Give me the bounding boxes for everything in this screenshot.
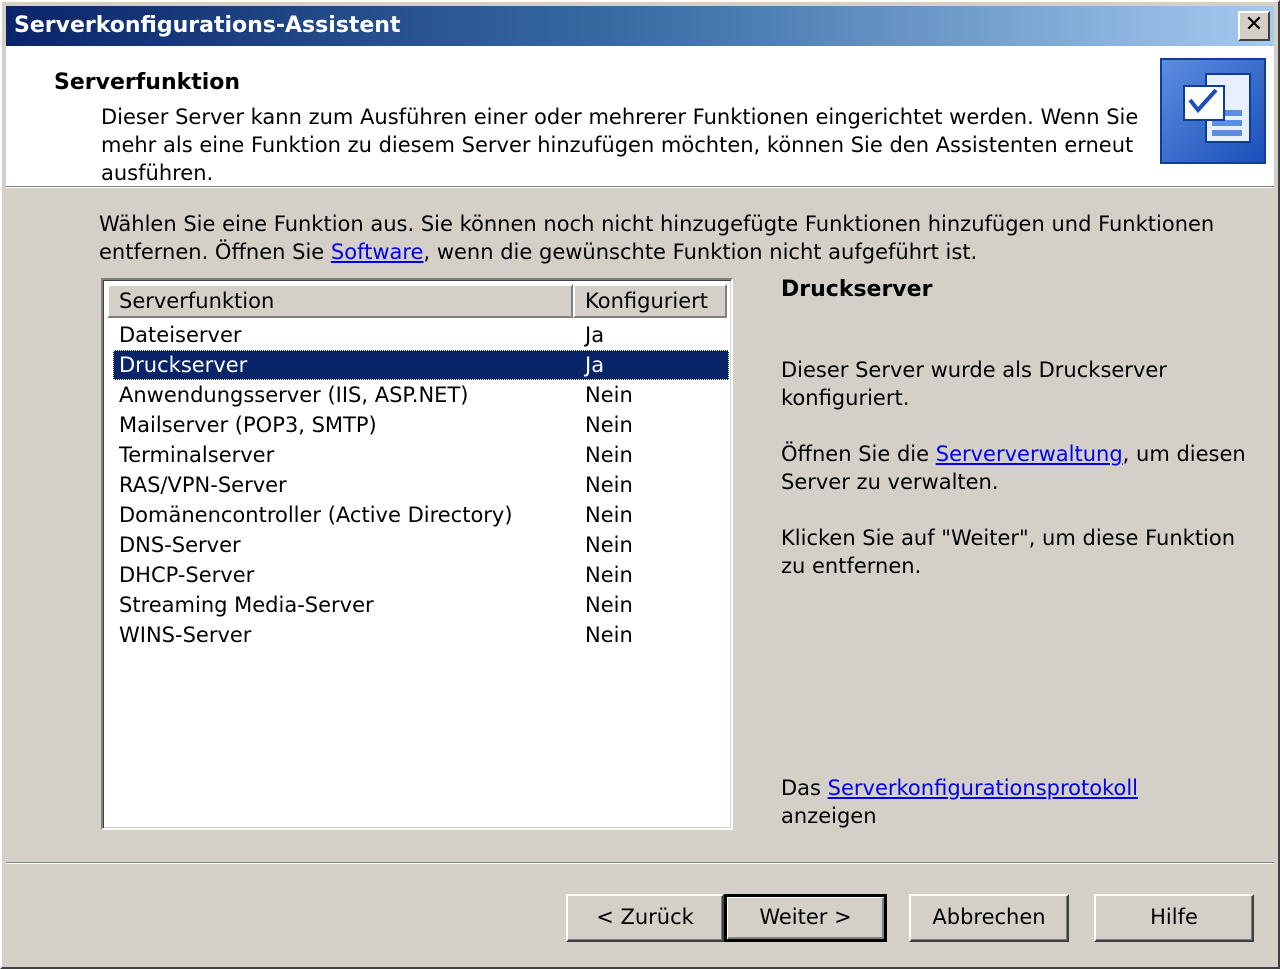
role-configured: Nein xyxy=(585,413,633,437)
title-bar: Serverkonfigurations-Assistent ✕ xyxy=(6,6,1274,46)
list-item[interactable]: DNS-Server Nein xyxy=(113,530,729,560)
role-configured: Nein xyxy=(585,623,633,647)
list-item[interactable]: Dateiserver Ja xyxy=(113,320,729,350)
role-configured: Nein xyxy=(585,533,633,557)
role-name: Anwendungsserver (IIS, ASP.NET) xyxy=(119,383,469,407)
server-role-list[interactable]: Serverfunktion Konfiguriert Dateiserver J… xyxy=(101,278,733,830)
list-item[interactable]: Druckserver Ja xyxy=(113,350,729,380)
role-name: RAS/VPN-Server xyxy=(119,473,287,497)
log-text-part: anzeigen xyxy=(781,804,877,828)
intro-text: Wählen Sie eine Funktion aus. Sie können… xyxy=(99,210,1249,266)
list-item[interactable]: DHCP-Server Nein xyxy=(113,560,729,590)
role-configured: Nein xyxy=(585,443,633,467)
wizard-header: Serverfunktion Dieser Server kann zum Au… xyxy=(6,46,1274,187)
software-link[interactable]: Software xyxy=(331,240,424,264)
details-text-part: Öffnen Sie die xyxy=(781,442,936,466)
role-name: Terminalserver xyxy=(119,443,275,467)
list-item[interactable]: Domänencontroller (Active Directory) Nein xyxy=(113,500,729,530)
server-management-link[interactable]: Serververwaltung xyxy=(936,442,1123,466)
role-configured: Ja xyxy=(585,323,605,347)
column-header-configured[interactable]: Konfiguriert xyxy=(573,284,727,318)
details-panel: Dieser Server wurde als Druckserver konf… xyxy=(781,356,1251,608)
back-button[interactable]: < Zurück xyxy=(566,894,724,942)
role-configured: Nein xyxy=(585,593,633,617)
list-item[interactable]: Streaming Media-Server Nein xyxy=(113,590,729,620)
details-line-2: Öffnen Sie die Serververwaltung, um dies… xyxy=(781,440,1251,496)
role-name: Streaming Media-Server xyxy=(119,593,374,617)
role-name: Mailserver (POP3, SMTP) xyxy=(119,413,377,437)
list-header: Serverfunktion Konfiguriert xyxy=(107,284,727,318)
close-button[interactable]: ✕ xyxy=(1238,11,1270,41)
role-configured: Nein xyxy=(585,383,633,407)
log-text: Das Serverkonfigurationsprotokoll anzeig… xyxy=(781,774,1251,830)
role-configured: Ja xyxy=(585,353,605,377)
list-item[interactable]: WINS-Server Nein xyxy=(113,620,729,650)
role-configured: Nein xyxy=(585,503,633,527)
footer-separator xyxy=(6,862,1274,864)
role-name: Druckserver xyxy=(119,353,248,377)
role-name: Dateiserver xyxy=(119,323,242,347)
help-button[interactable]: Hilfe xyxy=(1094,894,1254,942)
details-title: Druckserver xyxy=(781,277,933,302)
list-item[interactable]: RAS/VPN-Server Nein xyxy=(113,470,729,500)
role-name: DHCP-Server xyxy=(119,563,255,587)
column-header-role[interactable]: Serverfunktion xyxy=(107,284,573,318)
next-button[interactable]: Weiter > xyxy=(724,894,887,942)
details-line-3: Klicken Sie auf "Weiter", um diese Funkt… xyxy=(781,526,1236,578)
list-item[interactable]: Anwendungsserver (IIS, ASP.NET) Nein xyxy=(113,380,729,410)
header-separator xyxy=(6,186,1274,188)
page-title: Serverfunktion xyxy=(54,70,241,95)
wizard-window: Serverkonfigurations-Assistent ✕ Serverf… xyxy=(0,0,1280,969)
server-wizard-icon xyxy=(1160,58,1266,164)
role-name: DNS-Server xyxy=(119,533,241,557)
close-icon: ✕ xyxy=(1244,12,1264,37)
intro-text-part: , wenn die gewünschte Funktion nicht auf… xyxy=(423,240,978,264)
list-item[interactable]: Mailserver (POP3, SMTP) Nein xyxy=(113,410,729,440)
role-name: Domänencontroller (Active Directory) xyxy=(119,503,513,527)
cancel-button[interactable]: Abbrechen xyxy=(909,894,1069,942)
configuration-log-link[interactable]: Serverkonfigurationsprotokoll xyxy=(828,776,1138,800)
role-configured: Nein xyxy=(585,563,633,587)
log-text-part: Das xyxy=(781,776,828,800)
role-configured: Nein xyxy=(585,473,633,497)
list-item[interactable]: Terminalserver Nein xyxy=(113,440,729,470)
page-description: Dieser Server kann zum Ausführen einer o… xyxy=(101,105,1139,185)
role-name: WINS-Server xyxy=(119,623,252,647)
window-title: Serverkonfigurations-Assistent xyxy=(14,13,401,38)
details-line-1: Dieser Server wurde als Druckserver konf… xyxy=(781,358,1167,410)
list-rows: Dateiserver Ja Druckserver Ja Anwendungsserv… xyxy=(113,320,729,650)
